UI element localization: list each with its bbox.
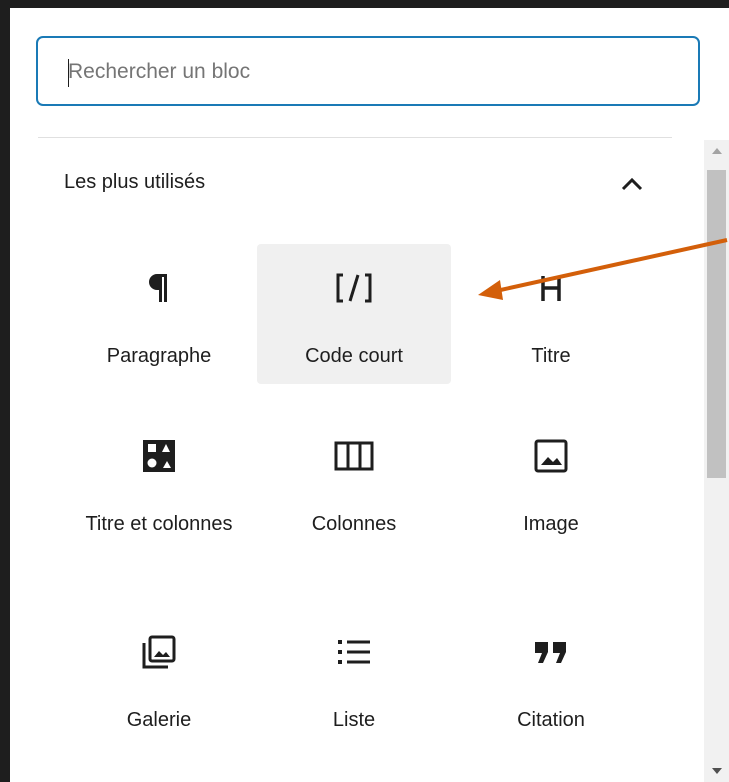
annotation-arrow-icon	[478, 238, 728, 300]
